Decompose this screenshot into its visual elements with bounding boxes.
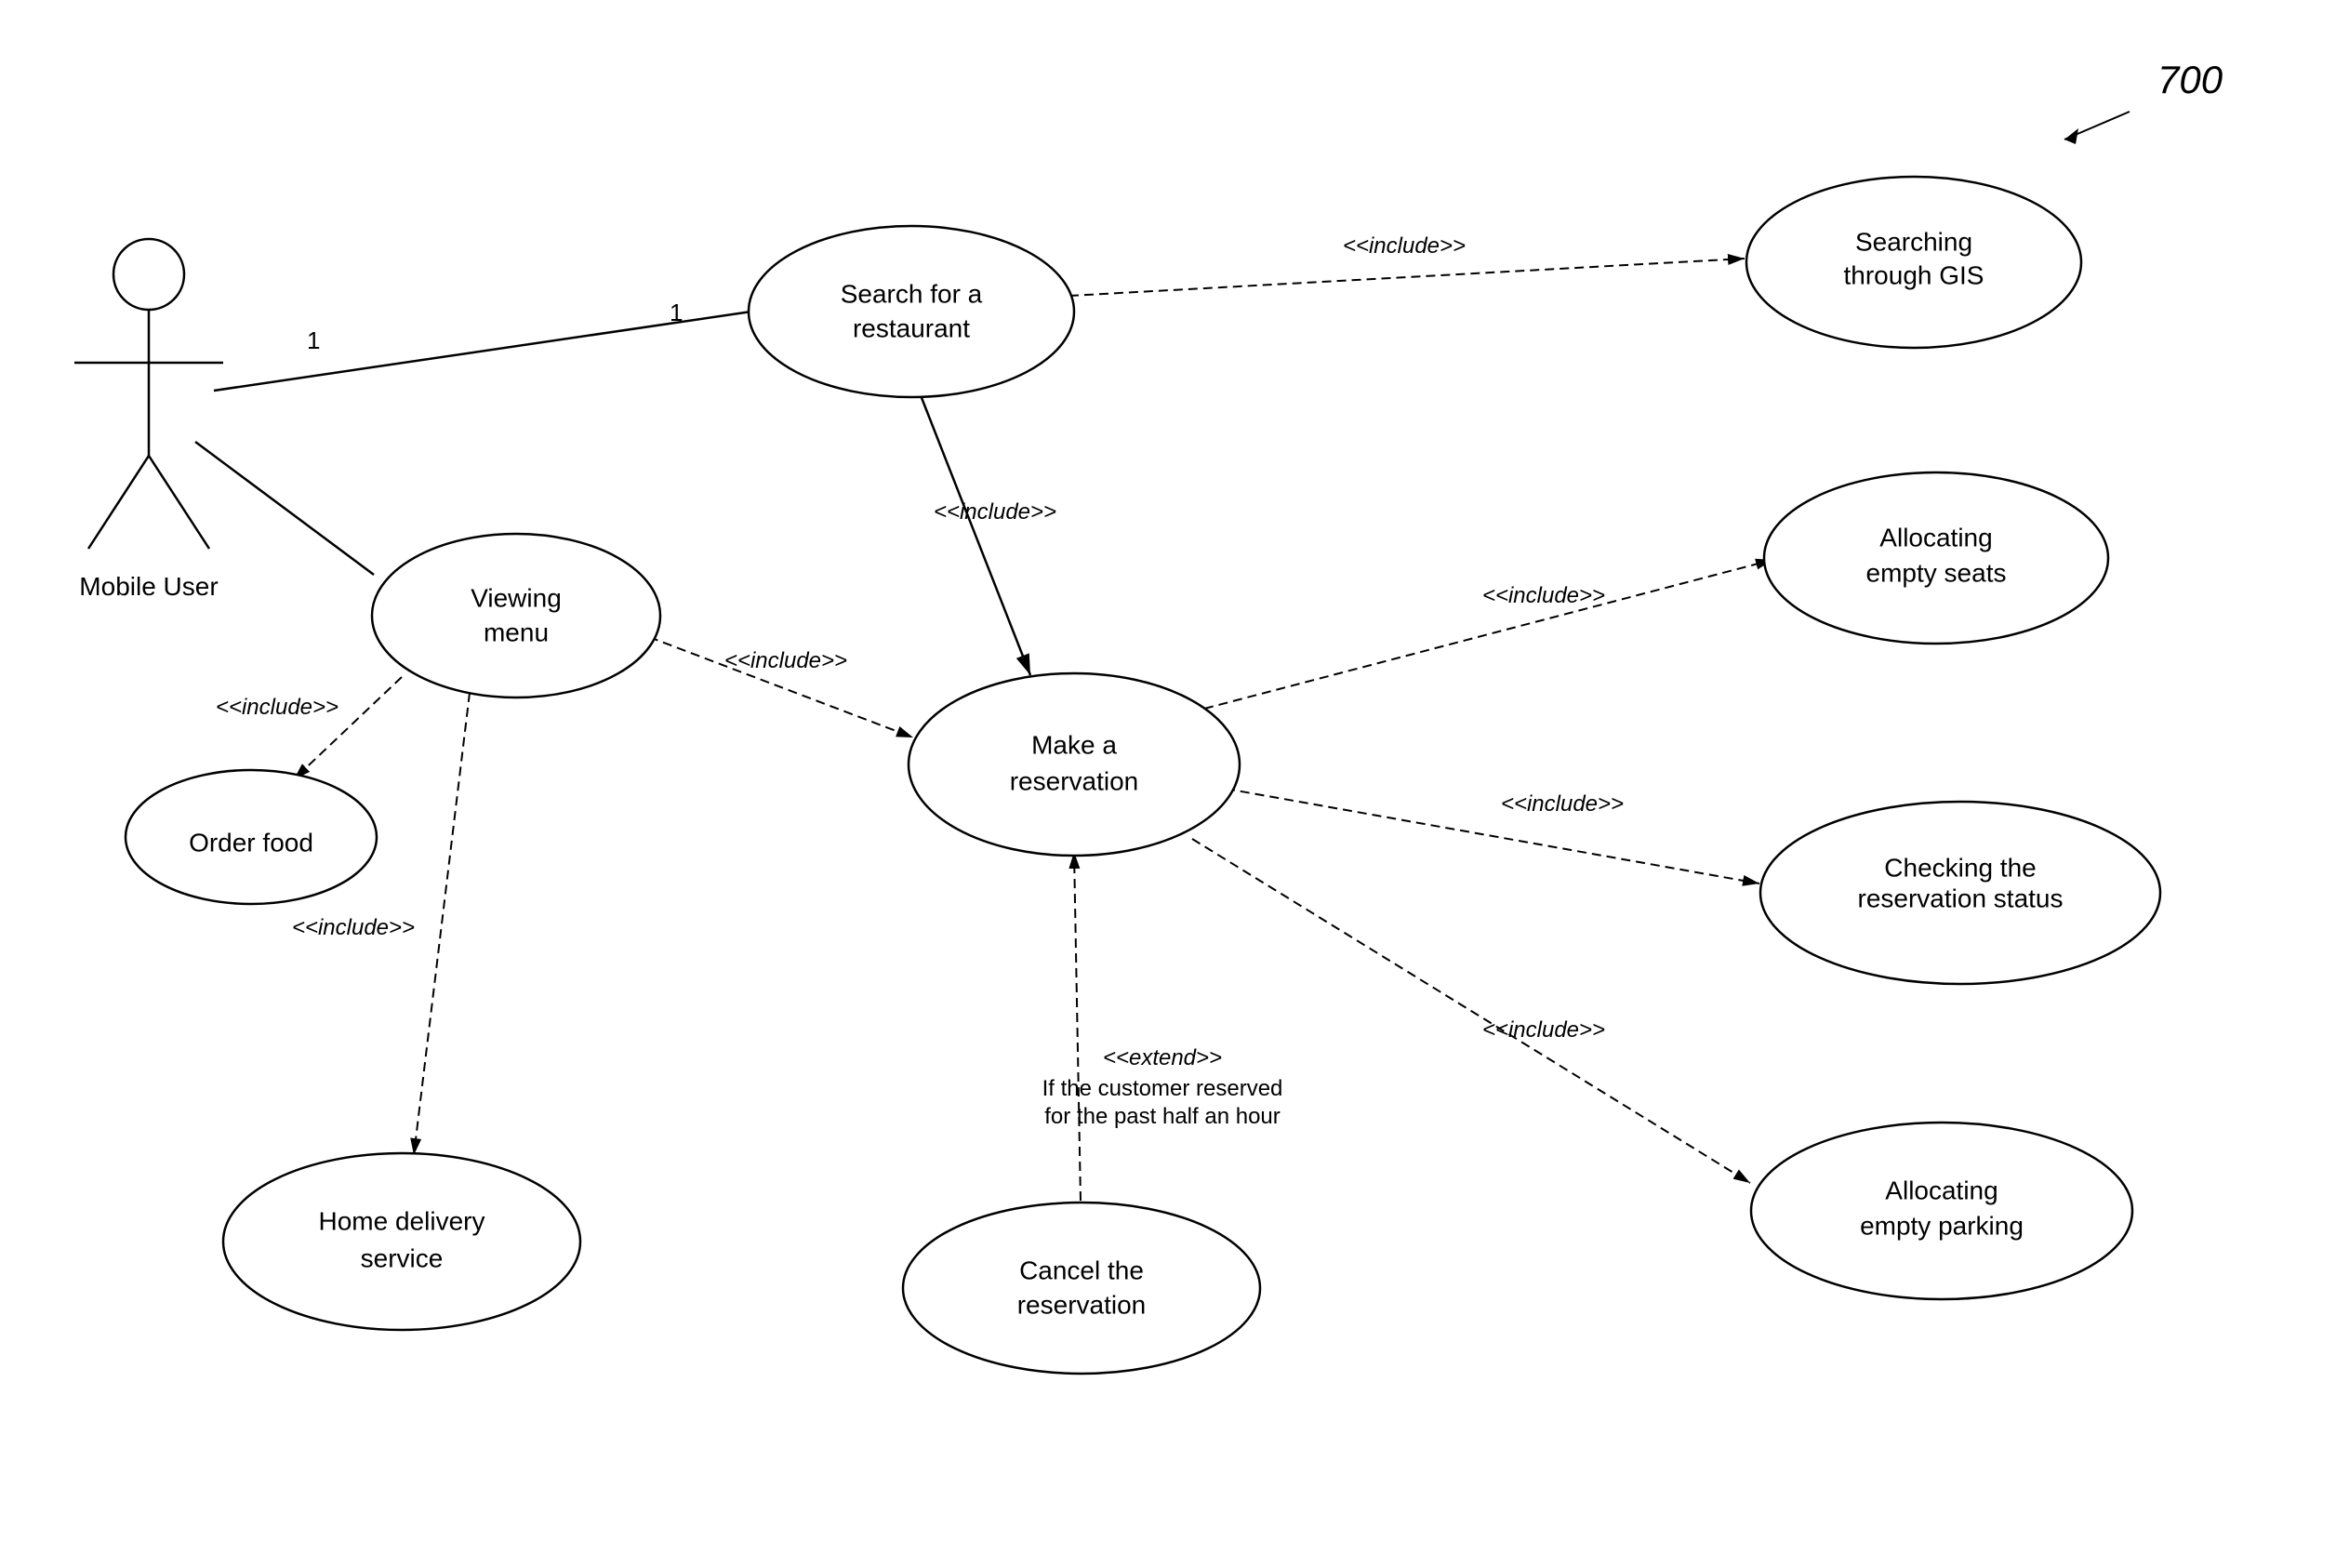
- diagram-container: 700 1 1 <<include>> <<include>> <<includ…: [0, 0, 2336, 1563]
- home-delivery-ellipse: [223, 1153, 580, 1330]
- searching-gis-label-1: Searching: [1855, 227, 1972, 256]
- make-status-label: <<include>>: [1501, 791, 1624, 817]
- multiplicity-actor: 1: [307, 326, 320, 354]
- extend-condition-1: If the customer reserved: [1042, 1076, 1283, 1101]
- cancel-make-line: [1074, 852, 1081, 1201]
- make-reservation-label-2: reservation: [1010, 766, 1139, 795]
- search-gis-line: [1069, 259, 1745, 296]
- extend-label: <<extend>>: [1103, 1045, 1222, 1070]
- viewing-menu-ellipse: [372, 534, 660, 698]
- make-seats-label: <<include>>: [1482, 583, 1605, 608]
- viewing-home-line: [414, 693, 470, 1155]
- search-make-label: <<include>>: [934, 499, 1056, 525]
- viewing-menu-label-1: Viewing: [471, 583, 562, 612]
- extend-condition-2: for the past half an hour: [1044, 1104, 1281, 1129]
- check-status-label-2: reservation status: [1858, 884, 2064, 912]
- make-reservation-ellipse: [909, 673, 1240, 856]
- viewing-menu-label-2: menu: [484, 618, 549, 646]
- viewing-home-label: <<include>>: [292, 915, 415, 940]
- diagram-number: 700: [2157, 58, 2223, 101]
- order-food-label: Order food: [189, 828, 313, 857]
- viewing-order-line: [294, 677, 402, 779]
- alloc-seats-label-2: empty seats: [1866, 558, 2007, 587]
- make-seats-line: [1204, 560, 1772, 709]
- home-delivery-label-2: service: [361, 1243, 444, 1272]
- search-ellipse: [749, 226, 1074, 397]
- search-label-line1: Search for a: [841, 279, 983, 308]
- viewing-order-label: <<include>>: [216, 695, 338, 720]
- search-make-line: [919, 391, 1030, 675]
- make-status-line: [1226, 789, 1759, 884]
- alloc-parking-label-1: Allocating: [1885, 1176, 1998, 1204]
- cancel-reservation-label-1: Cancel the: [1019, 1256, 1144, 1284]
- viewing-make-label: <<include>>: [724, 648, 847, 673]
- home-delivery-label-1: Home delivery: [319, 1206, 485, 1235]
- make-parking-label: <<include>>: [1482, 1017, 1605, 1043]
- check-status-label-1: Checking the: [1884, 853, 2036, 882]
- searching-gis-label-2: through GIS: [1844, 260, 1984, 289]
- search-gis-label: <<include>>: [1343, 233, 1466, 259]
- actor-viewing-line: [195, 442, 374, 575]
- cancel-reservation-ellipse: [903, 1203, 1260, 1374]
- make-parking-line: [1192, 839, 1750, 1183]
- mobile-user-actor: Mobile User: [74, 239, 223, 601]
- alloc-parking-label-2: empty parking: [1860, 1211, 2024, 1240]
- search-label-line2: restaurant: [853, 313, 970, 342]
- make-reservation-label-1: Make a: [1031, 730, 1117, 759]
- cancel-reservation-label-2: reservation: [1017, 1290, 1147, 1319]
- alloc-seats-label-1: Allocating: [1879, 523, 1992, 551]
- multiplicity-search: 1: [670, 299, 683, 326]
- mobile-user-label: Mobile User: [79, 572, 218, 601]
